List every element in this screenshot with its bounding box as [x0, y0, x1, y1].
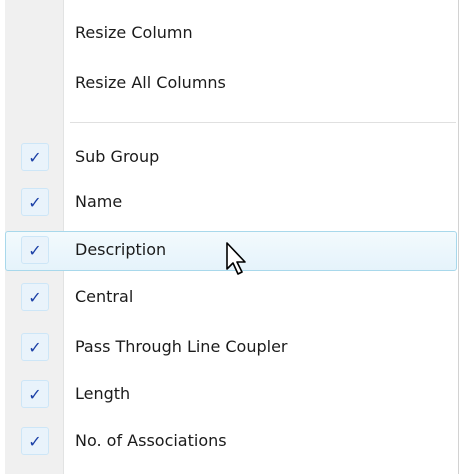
menu-item-label: Sub Group: [75, 147, 160, 166]
checkmark-icon: ✓: [21, 236, 49, 264]
checkmark-icon: ✓: [21, 143, 49, 171]
menu-border: [458, 0, 459, 474]
menu-item-label: Name: [75, 192, 123, 211]
menu-item-central[interactable]: ✓ Central: [5, 278, 457, 318]
checkmark-icon: ✓: [21, 380, 49, 408]
menu-item-label: Resize Column: [75, 23, 193, 42]
menu-item-no-of-associations[interactable]: ✓ No. of Associations: [5, 422, 457, 462]
menu-item-resize-column[interactable]: Resize Column: [5, 14, 457, 54]
checkmark-icon: ✓: [21, 283, 49, 311]
menu-item-label: No. of Associations: [75, 431, 227, 450]
checkmark-icon: ✓: [21, 427, 49, 455]
menu-item-length[interactable]: ✓ Length: [5, 375, 457, 415]
menu-item-label: Description: [75, 240, 167, 259]
menu-item-label: Length: [75, 384, 131, 403]
menu-separator: [70, 122, 456, 124]
menu-item-label: Central: [75, 287, 134, 306]
menu-item-resize-all-columns[interactable]: Resize All Columns: [5, 64, 457, 104]
mouse-pointer-icon: [226, 242, 246, 275]
checkmark-icon: ✓: [21, 333, 49, 361]
menu-item-name[interactable]: ✓ Name: [5, 183, 457, 223]
menu-item-pass-through-line-coupler[interactable]: ✓ Pass Through Line Coupler: [5, 328, 457, 368]
menu-item-label: Pass Through Line Coupler: [75, 337, 288, 356]
checkmark-icon: ✓: [21, 188, 49, 216]
column-context-menu: Resize Column Resize All Columns ✓ Sub G…: [0, 0, 463, 474]
menu-item-sub-group[interactable]: ✓ Sub Group: [5, 138, 457, 178]
menu-item-label: Resize All Columns: [75, 73, 226, 92]
